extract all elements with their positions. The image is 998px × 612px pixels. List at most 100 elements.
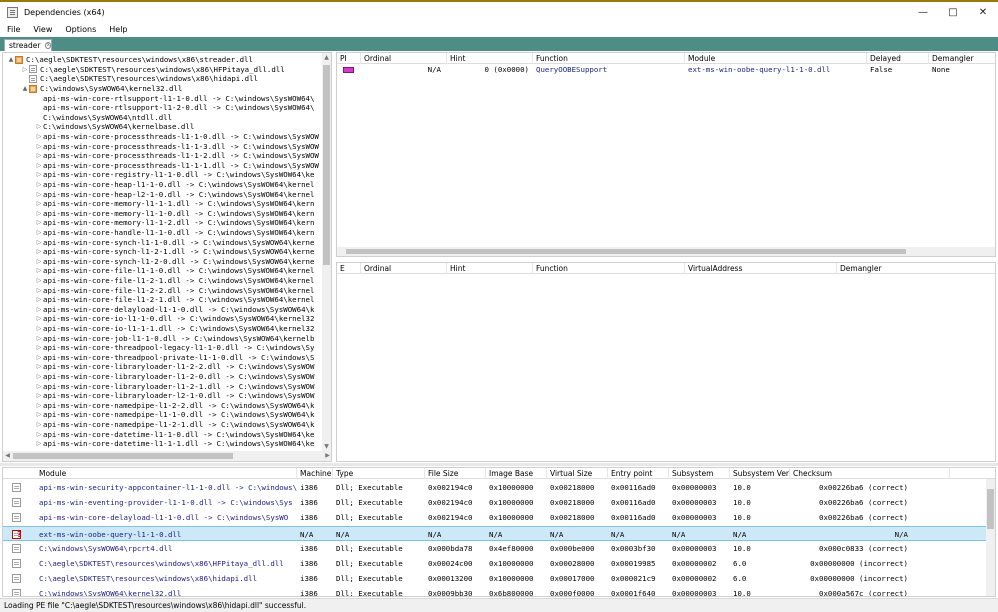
module-row[interactable]: C:\windows\SysWOW64\rpcrt4.dll i386 Dll; E… — [3, 541, 986, 556]
scroll-right-icon[interactable]: ▶ — [323, 451, 331, 461]
expand-arrow-icon[interactable]: ▷ — [35, 258, 43, 265]
expand-arrow-icon[interactable]: ▷ — [35, 181, 43, 188]
expand-arrow-icon[interactable]: ▷ — [35, 411, 43, 418]
tab-close-icon[interactable]: x — [45, 42, 51, 49]
expand-arrow-icon[interactable]: ▷ — [35, 162, 43, 169]
tree-node[interactable]: ▷ api-ms-win-core-heap-l1-1-0.dll -> C:\w… — [35, 180, 315, 190]
column-header-subsystem[interactable]: Subsystem — [669, 468, 730, 479]
column-header-demangler[interactable]: Demangler — [837, 263, 995, 274]
tree-node[interactable]: ▷ C:\aegle\SDKTEST\resources\windows\x86\… — [21, 65, 285, 75]
column-header-entry-point[interactable]: Entry point — [608, 468, 669, 479]
menu-file[interactable]: File — [0, 25, 26, 34]
maximize-icon[interactable]: □ — [938, 2, 968, 22]
expand-arrow-icon[interactable]: ▷ — [35, 440, 43, 447]
column-header-hint[interactable]: Hint — [447, 263, 533, 274]
modules-list[interactable]: Module Machine Type File Size Image Base Virt… — [2, 467, 996, 597]
column-header-virtual-size[interactable]: Virtual Size — [547, 468, 608, 479]
scroll-left-icon[interactable]: ◀ — [3, 451, 12, 461]
column-header-virtualaddress[interactable]: VirtualAddress — [685, 263, 837, 274]
module-row[interactable]: C:\aegle\SDKTEST\resources\windows\x86\H… — [3, 556, 986, 571]
column-header-function[interactable]: Function — [533, 53, 685, 64]
expand-arrow-icon[interactable]: ▷ — [35, 421, 43, 428]
menu-options[interactable]: Options — [58, 25, 102, 34]
column-header-machine[interactable]: Machine — [297, 468, 333, 479]
expand-arrow-icon[interactable]: ▷ — [35, 315, 43, 322]
tree-node[interactable]: ▷ C:\windows\SysWOW64\kernelbase.dll — [35, 122, 195, 132]
tree-node[interactable]: ▷ api-ms-win-core-synch-l1-1-0.dll -> C:\… — [35, 237, 315, 247]
expand-arrow-icon[interactable]: ▷ — [35, 152, 43, 159]
module-row[interactable]: api-ms-win-eventing-provider-l1-1-0.dll … — [3, 495, 986, 510]
expand-arrow-icon[interactable]: ▷ — [35, 229, 43, 236]
column-header-module[interactable]: Module — [685, 53, 867, 64]
expand-arrow-icon[interactable]: ▷ — [35, 277, 43, 284]
expand-arrow-icon[interactable]: ▷ — [35, 200, 43, 207]
tree-node[interactable]: ▷ api-ms-win-core-processthreads-l1-1-2.d… — [35, 151, 319, 161]
tree-node[interactable]: ▷ api-ms-win-core-file-l1-2-2.dll -> C:\w… — [35, 285, 315, 295]
column-header-hint[interactable]: Hint — [447, 53, 533, 64]
exports-grid[interactable]: E Ordinal Hint Function VirtualAddress Demang… — [336, 262, 996, 462]
expand-arrow-icon[interactable]: ▷ — [35, 210, 43, 217]
tree-node[interactable]: ▲ C:\windows\SysWOW64\kernel32.dll — [21, 84, 183, 94]
minimize-icon[interactable]: — — [908, 2, 938, 22]
column-header-checksum[interactable]: Checksum — [790, 468, 950, 479]
module-row[interactable]: api-ms-win-core-delayload-l1-1-0.dll -> … — [3, 510, 986, 525]
column-header-pi[interactable]: PI — [337, 53, 361, 64]
tree-node[interactable]: ▷ api-ms-win-core-namedpipe-l1-2-2.dll ->… — [35, 401, 315, 411]
close-icon[interactable]: ✕ — [968, 2, 998, 22]
expand-arrow-icon[interactable]: ▷ — [35, 171, 43, 178]
expand-arrow-icon[interactable]: ▷ — [35, 239, 43, 246]
tab-streader[interactable]: streader x — [4, 39, 52, 51]
expand-arrow-icon[interactable]: ▷ — [35, 267, 43, 274]
tree-node[interactable]: ▷ api-ms-win-core-libraryloader-l1-2-0.dl… — [35, 372, 315, 382]
tree-node[interactable]: ▷ api-ms-win-core-io-l1-1-0.dll -> C:\win… — [35, 314, 315, 324]
imports-grid[interactable]: PI Ordinal Hint Function Module Delayed Demang… — [336, 52, 996, 257]
imports-scroll-thumb[interactable] — [346, 249, 906, 254]
expand-arrow-icon[interactable]: ▷ — [35, 306, 43, 313]
module-row[interactable]: C:\aegle\SDKTEST\resources\windows\x86\h… — [3, 571, 986, 586]
expand-arrow-icon[interactable]: ▷ — [35, 383, 43, 390]
tree-node[interactable]: ▷ api-ms-win-core-threadpool-legacy-l1-1-… — [35, 343, 315, 353]
column-header-demangler[interactable]: Demangler — [929, 53, 995, 64]
module-row[interactable]: api-ms-win-security-appcontainer-l1-1-0.… — [3, 480, 986, 495]
tree-node[interactable]: ▷ api-ms-win-core-namedpipe-l1-1-0.dll ->… — [35, 410, 315, 420]
expand-arrow-icon[interactable]: ▷ — [35, 392, 43, 399]
expand-arrow-icon[interactable]: ▷ — [35, 296, 43, 303]
tree-node[interactable]: C:\aegle\SDKTEST\resources\windows\x86\h… — [21, 74, 258, 84]
column-header-ordinal[interactable]: Ordinal — [361, 53, 447, 64]
column-header-delayed[interactable]: Delayed — [867, 53, 929, 64]
expand-arrow-icon[interactable]: ▷ — [35, 248, 43, 255]
expand-arrow-icon[interactable]: ▷ — [21, 66, 29, 73]
column-header-e[interactable]: E — [337, 263, 361, 274]
tree-node[interactable]: ▷ api-ms-win-core-processthreads-l1-1-1.d… — [35, 161, 319, 171]
tree-node[interactable]: C:\windows\SysWOW64\ntdll.dll — [35, 113, 172, 123]
tree-node[interactable]: ▲ C:\aegle\SDKTEST\resources\windows\x86\… — [7, 55, 253, 65]
tree-node[interactable]: ▷ api-ms-win-core-job-l1-1-0.dll -> C:\wi… — [35, 333, 315, 343]
module-row-selected[interactable]: ext-ms-win-oobe-query-l1-1-0.dll N/A N/A N/… — [3, 525, 986, 541]
tree-node[interactable]: ▷ api-ms-win-core-file-l1-2-1.dll -> C:\w… — [35, 295, 315, 305]
imports-horizontal-scrollbar[interactable] — [337, 247, 995, 256]
expand-arrow-icon[interactable]: ▷ — [35, 431, 43, 438]
import-row[interactable]: N/A 0 (0x0000) QueryOOBESupport ext-ms-win-… — [337, 65, 995, 75]
tree-node[interactable]: ▷ api-ms-win-core-memory-l1-1-0.dll -> C:… — [35, 209, 315, 219]
tree-vertical-scrollbar[interactable]: ▲ ▼ — [322, 53, 331, 451]
tree-horizontal-scrollbar[interactable]: ◀ ▶ — [3, 451, 331, 461]
expand-arrow-icon[interactable]: ▷ — [35, 123, 43, 130]
column-header-type[interactable]: Type — [333, 468, 425, 479]
expand-arrow-icon[interactable]: ▷ — [35, 325, 43, 332]
column-header-ordinal[interactable]: Ordinal — [361, 263, 447, 274]
tree-node[interactable]: api-ms-win-core-rtlsupport-l1-2-0.dll ->… — [35, 103, 314, 113]
column-header-subsystem-ver[interactable]: Subsystem Ver. — [730, 468, 790, 479]
tree-node[interactable]: ▷ api-ms-win-core-processthreads-l1-1-0.d… — [35, 132, 319, 142]
tree-node[interactable]: ▷ api-ms-win-core-libraryloader-l1-2-1.dl… — [35, 381, 315, 391]
tree-node[interactable]: ▷ api-ms-win-core-datetime-l1-1-1.dll -> … — [35, 439, 315, 449]
collapse-arrow-icon[interactable]: ▲ — [7, 56, 15, 63]
collapse-arrow-icon[interactable]: ▲ — [21, 85, 29, 92]
column-header-function[interactable]: Function — [533, 263, 685, 274]
tree-node[interactable]: ▷ api-ms-win-core-libraryloader-l1-2-2.dl… — [35, 362, 315, 372]
module-row[interactable]: C:\windows\SysWOW64\kernel32.dll i386 Dll;… — [3, 586, 986, 596]
tree-node[interactable]: ▷ api-ms-win-core-registry-l1-1-0.dll -> … — [35, 170, 315, 180]
expand-arrow-icon[interactable]: ▷ — [35, 344, 43, 351]
tree-node[interactable]: ▷ api-ms-win-core-processthreads-l1-1-3.d… — [35, 141, 319, 151]
tree-node[interactable]: ▷ api-ms-win-core-file-l1-2-1.dll -> C:\w… — [35, 276, 315, 286]
column-header-image-base[interactable]: Image Base — [486, 468, 547, 479]
